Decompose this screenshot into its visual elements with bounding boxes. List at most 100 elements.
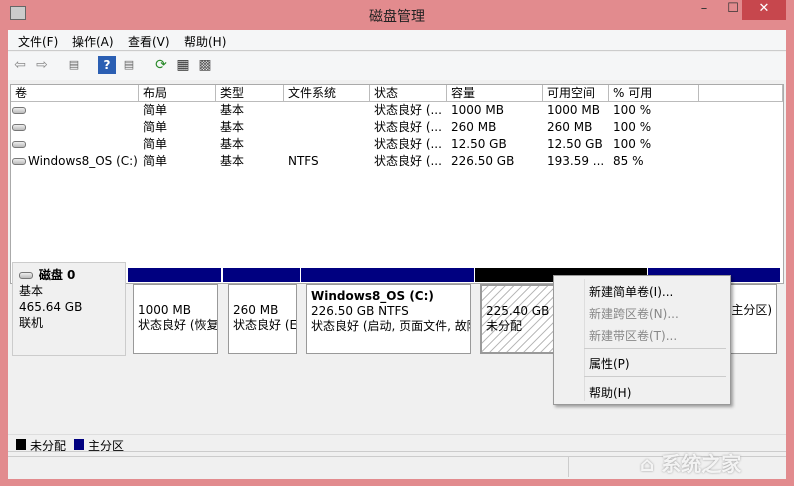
disk-type: 基本 [19, 284, 44, 298]
cell-text: 状态良好 (... [374, 137, 442, 151]
show-action-pane-icon[interactable]: ▤ [120, 56, 138, 74]
table-cell[interactable]: 226.50 GB [447, 153, 543, 170]
table-cell[interactable]: 100 % [609, 102, 699, 119]
client-area: 文件(F) 操作(A) 查看(V) 帮助(H) ⇦ ⇨ ▤ ? ▤ ⟳ ▦ ▩ … [8, 30, 786, 479]
table-cell[interactable]: 193.59 ... [543, 153, 609, 170]
table-cell[interactable]: 1000 MB [543, 102, 609, 119]
table-cell[interactable]: 12.50 GB [543, 136, 609, 153]
forward-icon[interactable]: ⇨ [33, 56, 51, 74]
partition-status: 状态良好 (E [233, 318, 297, 332]
cell-text: 100 % [613, 120, 652, 134]
legend-swatch-primary [74, 439, 84, 450]
partition-status: 状态良好 (启动, 页面文件, 故障 [311, 319, 471, 333]
table-cell[interactable]: 状态良好 (... [370, 153, 447, 170]
table-cell[interactable]: 简单 [139, 102, 216, 119]
cell-text: 简单 [143, 120, 168, 134]
cell-text: 193.59 ... [547, 154, 605, 168]
column-header-capacity[interactable]: 容量 [447, 85, 543, 102]
menu-file[interactable]: 文件(F) [18, 33, 58, 50]
table-cell[interactable]: 状态良好 (... [370, 119, 447, 136]
cell-text: 基本 [220, 103, 245, 117]
table-cell[interactable]: 基本 [216, 119, 284, 136]
partition-title: Windows8_OS (C:) [311, 289, 434, 303]
toolbar: ⇦ ⇨ ▤ ? ▤ ⟳ ▦ ▩ [8, 52, 786, 80]
properties-icon[interactable]: ▦ [174, 56, 192, 74]
cell-text: Windows8_OS (C:) [28, 154, 138, 168]
menu-item-new-spanned-volume: 新建跨区卷(N)... [589, 307, 679, 321]
table-cell[interactable]: 状态良好 (... [370, 102, 447, 119]
cell-text: 简单 [143, 137, 168, 151]
column-header-type[interactable]: 类型 [216, 85, 284, 102]
watermark-logo: ⌂ 系统之家 [640, 452, 742, 476]
menu-item-properties[interactable]: 属性(P) [589, 355, 630, 372]
refresh-icon[interactable]: ⟳ [152, 56, 170, 74]
cell-text: 85 % [613, 154, 644, 168]
table-cell[interactable]: 基本 [216, 136, 284, 153]
minimize-button[interactable]: – [693, 0, 715, 20]
table-cell[interactable]: 简单 [139, 153, 216, 170]
menu-action[interactable]: 操作(A) [72, 33, 114, 50]
table-cell[interactable]: 260 MB [543, 119, 609, 136]
cell-text: 260 MB [451, 120, 497, 134]
partition-status: 状态良好 (恢复 [138, 318, 218, 332]
cell-text: 1000 MB [547, 103, 600, 117]
show-hide-console-tree-icon[interactable]: ▤ [65, 56, 83, 74]
disk-0-label[interactable]: 磁盘 0 基本 465.64 GB 联机 [12, 262, 126, 356]
partition-efi[interactable]: 260 MB 状态良好 (E [223, 268, 300, 356]
column-header-status[interactable]: 状态 [370, 85, 447, 102]
table-cell[interactable]: 简单 [139, 119, 216, 136]
cell-text: 状态良好 (... [374, 103, 442, 117]
column-header-layout[interactable]: 布局 [139, 85, 216, 102]
table-cell[interactable]: 简单 [139, 136, 216, 153]
partition-windows[interactable]: Windows8_OS (C:) 226.50 GB NTFS 状态良好 (启动, … [301, 268, 474, 356]
column-header-volume[interactable]: 卷 [11, 85, 139, 102]
drive-icon [12, 141, 26, 148]
table-cell[interactable]: 12.50 GB [447, 136, 543, 153]
title-bar: 磁盘管理 – ☐ ✕ [0, 0, 794, 30]
disk-size: 465.64 GB [19, 300, 83, 314]
close-button[interactable]: ✕ [742, 0, 786, 20]
column-header-free-space[interactable]: 可用空间 [543, 85, 609, 102]
volume-cell[interactable]: Windows8_OS (C:) [11, 153, 139, 170]
table-cell[interactable]: 85 % [609, 153, 699, 170]
table-cell[interactable]: 260 MB [447, 119, 543, 136]
volume-cell[interactable] [11, 136, 139, 153]
help-icon[interactable]: ? [98, 56, 116, 74]
legend-swatch-unallocated [16, 439, 26, 450]
cell-text: 100 % [613, 137, 652, 151]
volume-cell[interactable] [11, 102, 139, 119]
table-cell[interactable]: 1000 MB [447, 102, 543, 119]
column-header-percent-free[interactable]: % 可用 [609, 85, 699, 102]
volume-list: 卷 布局 类型 文件系统 状态 容量 可用空间 % 可用 简单 基本 状态良好 (.… [10, 84, 784, 284]
partition-size: 1000 MB [138, 303, 191, 317]
partition-size: 226.50 GB NTFS [311, 304, 409, 318]
drive-icon [12, 107, 26, 114]
menu-help[interactable]: 帮助(H) [184, 33, 226, 50]
cell-text: NTFS [288, 154, 319, 168]
menu-item-help[interactable]: 帮助(H) [589, 384, 631, 401]
menu-item-new-simple-volume[interactable]: 新建简单卷(I)... [589, 283, 673, 300]
table-cell[interactable]: 100 % [609, 136, 699, 153]
cell-text: 260 MB [547, 120, 593, 134]
table-cell[interactable] [284, 102, 370, 119]
window-title: 磁盘管理 [369, 9, 425, 25]
maximize-button[interactable]: ☐ [722, 0, 744, 20]
table-cell[interactable]: 100 % [609, 119, 699, 136]
partition-recovery[interactable]: 1000 MB 状态良好 (恢复 [128, 268, 221, 356]
volume-cell[interactable] [11, 119, 139, 136]
column-header-filesystem[interactable]: 文件系统 [284, 85, 370, 102]
cell-text: 简单 [143, 103, 168, 117]
partition-size: 260 MB [233, 303, 279, 317]
back-icon[interactable]: ⇦ [11, 56, 29, 74]
table-cell[interactable]: NTFS [284, 153, 370, 170]
rescan-icon[interactable]: ▩ [196, 56, 214, 74]
table-cell[interactable]: 基本 [216, 102, 284, 119]
disk-name: 磁盘 0 [38, 268, 76, 282]
table-cell[interactable]: 状态良好 (... [370, 136, 447, 153]
table-cell[interactable] [284, 136, 370, 153]
cell-text: 简单 [143, 154, 168, 168]
table-cell[interactable]: 基本 [216, 153, 284, 170]
disk-status: 联机 [19, 316, 44, 330]
menu-view[interactable]: 查看(V) [128, 33, 170, 50]
table-cell[interactable] [284, 119, 370, 136]
